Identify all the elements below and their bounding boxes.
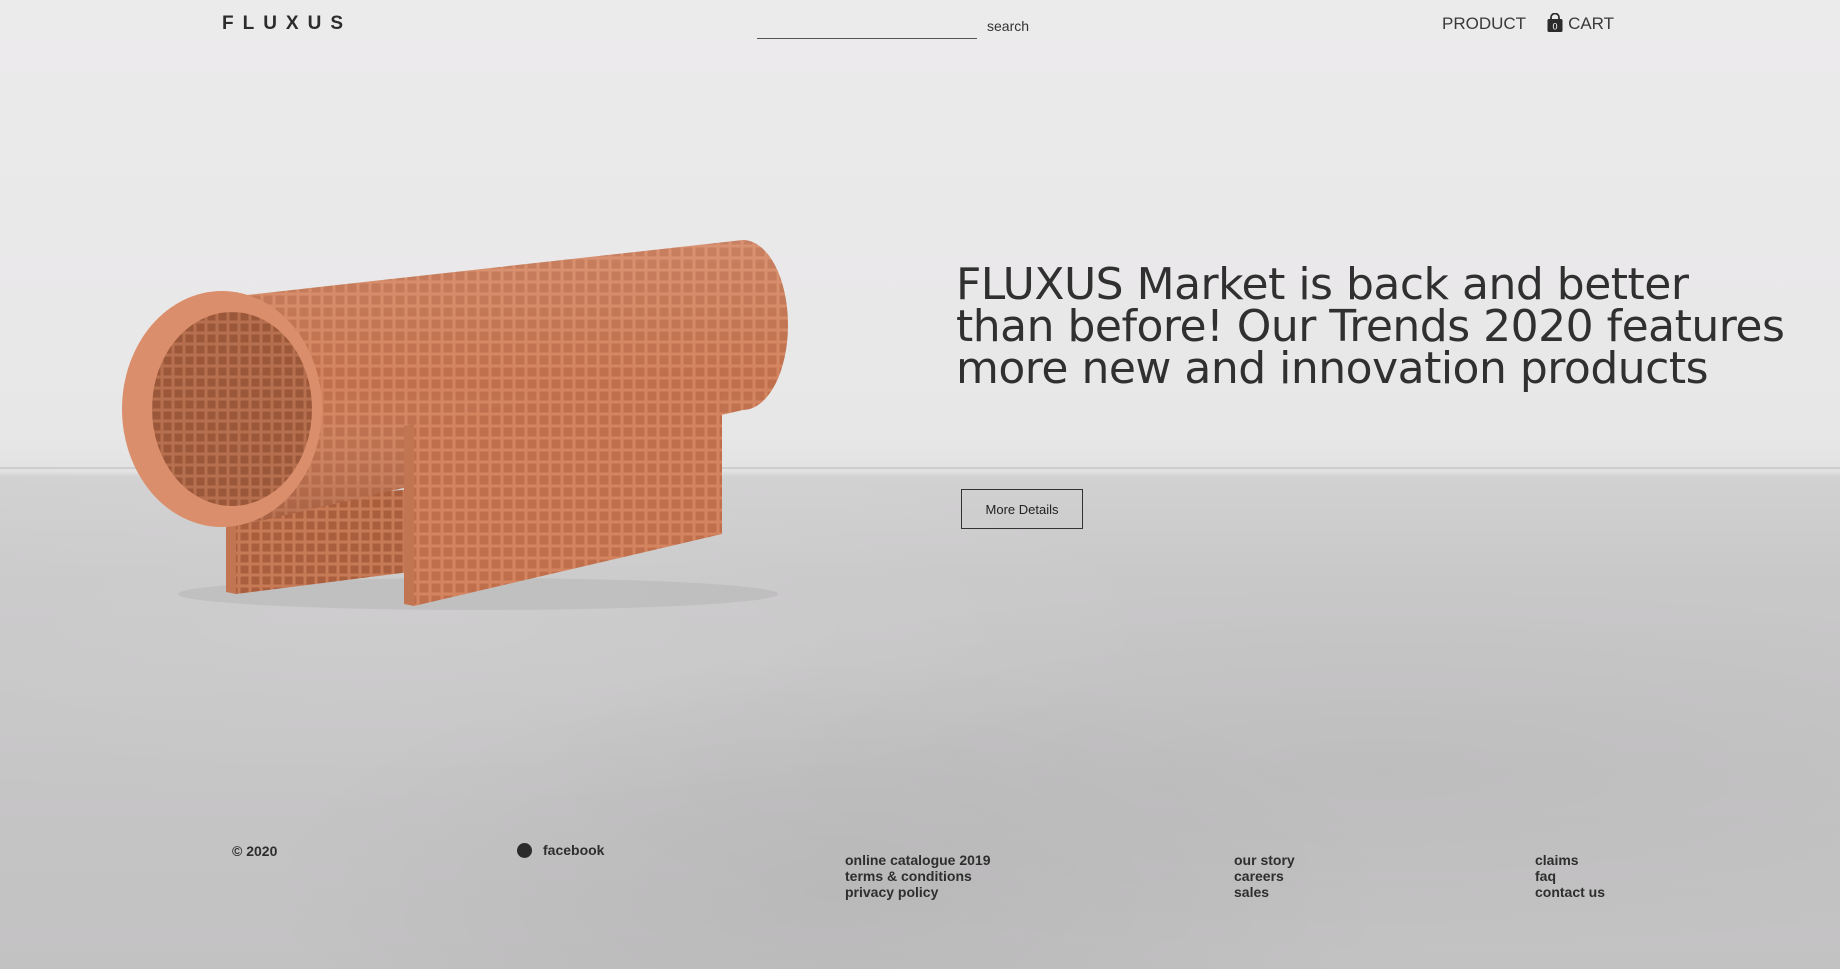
shopping-bag-icon: 0 — [1547, 13, 1563, 32]
footer-link-our-story[interactable]: our story — [1234, 852, 1295, 868]
footer-link-catalogue[interactable]: online catalogue 2019 — [845, 852, 991, 868]
footer-link-careers[interactable]: careers — [1234, 868, 1295, 884]
more-details-button[interactable]: More Details — [961, 489, 1083, 529]
copyright-text: © 2020 — [232, 843, 278, 859]
footer-column-company: our story careers sales — [1234, 852, 1295, 900]
brand-logo[interactable]: FLUXUS — [222, 13, 352, 35]
nav-cart-link[interactable]: 0 CART — [1546, 13, 1615, 34]
footer-link-terms[interactable]: terms & conditions — [845, 868, 991, 884]
lattice-tube-bench-image — [122, 240, 788, 610]
footer-link-sales[interactable]: sales — [1234, 884, 1295, 900]
footer-link-contact[interactable]: contact us — [1535, 884, 1605, 900]
nav-product-link[interactable]: PRODUCT — [1442, 14, 1526, 34]
search-input[interactable] — [757, 12, 977, 39]
hero-headline: FLUXUS Market is back and better than be… — [956, 259, 1785, 394]
main-nav: PRODUCT 0 CART — [1442, 13, 1615, 34]
footer-link-privacy[interactable]: privacy policy — [845, 884, 991, 900]
search-button[interactable]: search — [987, 18, 1029, 34]
nav-cart-label: CART — [1568, 14, 1615, 33]
footer-column-support: claims faq contact us — [1535, 852, 1605, 900]
footer-link-claims[interactable]: claims — [1535, 852, 1605, 868]
footer-column-catalogue: online catalogue 2019 terms & conditions… — [845, 852, 991, 900]
cart-count: 0 — [1553, 22, 1558, 32]
facebook-label: facebook — [543, 842, 605, 858]
footer-link-faq[interactable]: faq — [1535, 868, 1605, 884]
facebook-link[interactable]: facebook — [517, 842, 604, 858]
search-bar: search — [757, 12, 1029, 39]
facebook-icon — [517, 842, 532, 858]
